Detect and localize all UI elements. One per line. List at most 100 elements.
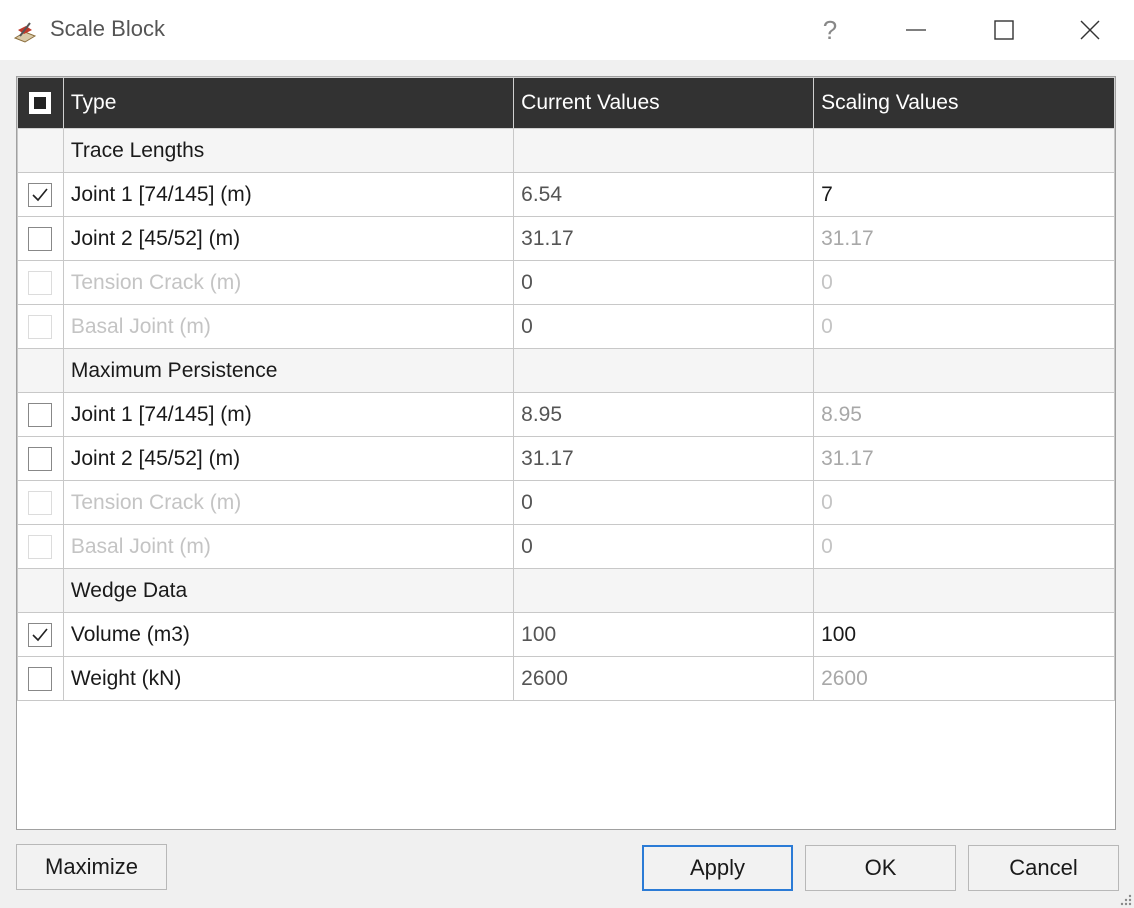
row-checkbox[interactable] bbox=[28, 666, 53, 691]
group-row: Trace Lengths bbox=[17, 128, 1115, 173]
row-checkbox bbox=[28, 314, 53, 339]
current-value-cell: 0 bbox=[513, 524, 815, 569]
scale-values-table: Type Current Values Scaling Values Trace… bbox=[17, 77, 1115, 701]
group-checkbox-cell bbox=[17, 568, 64, 613]
row-checkbox-cell bbox=[17, 612, 64, 657]
help-icon: ? bbox=[822, 14, 838, 45]
current-value-cell: 100 bbox=[513, 612, 815, 657]
maximize-window-button[interactable] bbox=[974, 6, 1034, 54]
row-checkbox-cell bbox=[17, 172, 64, 217]
select-all-header-cell bbox=[17, 77, 64, 129]
group-checkbox-cell bbox=[17, 128, 64, 173]
row-checkbox-cell bbox=[17, 216, 64, 261]
row-checkbox[interactable] bbox=[28, 226, 53, 251]
scaling-value-cell: 0 bbox=[813, 524, 1115, 569]
row-type-label: Volume (m3) bbox=[62, 612, 515, 657]
row-checkbox bbox=[28, 270, 53, 295]
row-checkbox-cell bbox=[17, 304, 64, 349]
row-checkbox-cell bbox=[17, 656, 64, 701]
row-type-label: Joint 1 [74/145] (m) bbox=[62, 392, 515, 437]
close-button[interactable] bbox=[1060, 6, 1120, 54]
minimize-button[interactable] bbox=[886, 6, 946, 54]
group-row: Wedge Data bbox=[17, 568, 1115, 613]
checkmark-icon bbox=[32, 188, 49, 201]
group-current-cell bbox=[513, 568, 815, 613]
current-value-cell: 0 bbox=[513, 260, 815, 305]
group-row: Maximum Persistence bbox=[17, 348, 1115, 393]
row-checkbox-cell bbox=[17, 260, 64, 305]
row-checkbox-cell bbox=[17, 524, 64, 569]
cancel-button[interactable]: Cancel bbox=[968, 845, 1119, 891]
table-row[interactable]: Joint 2 [45/52] (m) 31.17 31.17 bbox=[17, 436, 1115, 481]
title-bar: Scale Block ? bbox=[0, 0, 1134, 60]
scaling-value-cell: 0 bbox=[813, 480, 1115, 525]
scale-values-grid[interactable]: Type Current Values Scaling Values Trace… bbox=[16, 76, 1116, 830]
group-label: Maximum Persistence bbox=[62, 348, 515, 393]
table-row[interactable]: Volume (m3) 100 100 bbox=[17, 612, 1115, 657]
maximize-window-icon bbox=[994, 20, 1014, 40]
current-value-cell: 31.17 bbox=[513, 436, 815, 481]
current-value-cell: 31.17 bbox=[513, 216, 815, 261]
current-value-cell: 2600 bbox=[513, 656, 815, 701]
table-row[interactable]: Tension Crack (m) 0 0 bbox=[17, 480, 1115, 525]
row-checkbox bbox=[28, 490, 53, 515]
group-current-cell bbox=[513, 128, 815, 173]
current-value-cell: 0 bbox=[513, 304, 815, 349]
scaling-value-cell: 8.95 bbox=[813, 392, 1115, 437]
table-row[interactable]: Joint 1 [74/145] (m) 8.95 8.95 bbox=[17, 392, 1115, 437]
help-button[interactable]: ? bbox=[800, 6, 860, 54]
table-header-row: Type Current Values Scaling Values bbox=[17, 77, 1115, 129]
current-value-cell: 0 bbox=[513, 480, 815, 525]
group-scaling-cell bbox=[813, 568, 1115, 613]
group-current-cell bbox=[513, 348, 815, 393]
maximize-button[interactable]: Maximize bbox=[16, 844, 167, 890]
scaling-value-cell: 0 bbox=[813, 260, 1115, 305]
row-type-label: Basal Joint (m) bbox=[62, 524, 515, 569]
row-type-label: Joint 2 [45/52] (m) bbox=[62, 436, 515, 481]
ok-button[interactable]: OK bbox=[805, 845, 956, 891]
window-title: Scale Block bbox=[50, 16, 165, 41]
current-value-cell: 6.54 bbox=[513, 172, 815, 217]
group-scaling-cell bbox=[813, 348, 1115, 393]
row-checkbox-cell bbox=[17, 436, 64, 481]
apply-button[interactable]: Apply bbox=[642, 845, 793, 891]
scaling-value-cell: 2600 bbox=[813, 656, 1115, 701]
row-checkbox[interactable] bbox=[28, 622, 53, 647]
scaling-value-cell: 0 bbox=[813, 304, 1115, 349]
scaling-value-cell[interactable]: 100 bbox=[813, 612, 1115, 657]
scaling-value-cell: 31.17 bbox=[813, 216, 1115, 261]
current-value-cell: 8.95 bbox=[513, 392, 815, 437]
group-label: Wedge Data bbox=[62, 568, 515, 613]
row-type-label: Tension Crack (m) bbox=[62, 260, 515, 305]
row-checkbox[interactable] bbox=[28, 446, 53, 471]
row-type-label: Joint 1 [74/145] (m) bbox=[62, 172, 515, 217]
table-row[interactable]: Basal Joint (m) 0 0 bbox=[17, 304, 1115, 349]
table-row[interactable]: Joint 1 [74/145] (m) 6.54 7 bbox=[17, 172, 1115, 217]
row-checkbox[interactable] bbox=[28, 402, 53, 427]
row-checkbox-cell bbox=[17, 480, 64, 525]
select-all-checkbox[interactable] bbox=[29, 92, 52, 115]
group-scaling-cell bbox=[813, 128, 1115, 173]
column-header-type[interactable]: Type bbox=[62, 77, 515, 129]
scaling-value-cell[interactable]: 7 bbox=[813, 172, 1115, 217]
row-type-label: Weight (kN) bbox=[62, 656, 515, 701]
column-header-current-values[interactable]: Current Values bbox=[513, 77, 815, 129]
scale-block-app-icon bbox=[13, 22, 37, 43]
table-row[interactable]: Weight (kN) 2600 2600 bbox=[17, 656, 1115, 701]
row-type-label: Basal Joint (m) bbox=[62, 304, 515, 349]
group-checkbox-cell bbox=[17, 348, 64, 393]
table-row[interactable]: Joint 2 [45/52] (m) 31.17 31.17 bbox=[17, 216, 1115, 261]
resize-grip-icon[interactable] bbox=[1118, 892, 1132, 906]
minimize-icon bbox=[906, 29, 926, 31]
row-checkbox[interactable] bbox=[28, 182, 53, 207]
row-type-label: Joint 2 [45/52] (m) bbox=[62, 216, 515, 261]
row-checkbox bbox=[28, 534, 53, 559]
checkmark-icon bbox=[32, 628, 49, 641]
scaling-value-cell: 31.17 bbox=[813, 436, 1115, 481]
table-row[interactable]: Basal Joint (m) 0 0 bbox=[17, 524, 1115, 569]
row-type-label: Tension Crack (m) bbox=[62, 480, 515, 525]
column-header-scaling-values[interactable]: Scaling Values bbox=[813, 77, 1115, 129]
table-row[interactable]: Tension Crack (m) 0 0 bbox=[17, 260, 1115, 305]
row-checkbox-cell bbox=[17, 392, 64, 437]
close-icon bbox=[1080, 20, 1100, 40]
